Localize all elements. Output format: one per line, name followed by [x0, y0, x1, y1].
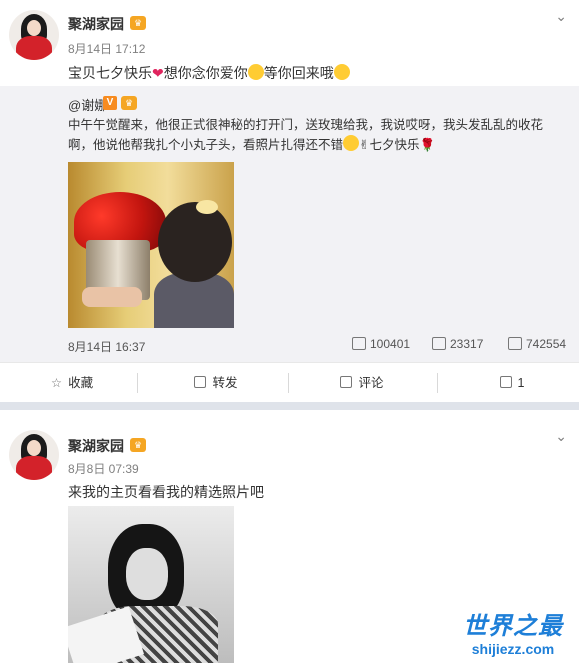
post-text-part: 等你回来哦	[263, 65, 334, 81]
repost-text: 中午午觉醒来，他很正式很神秘的打开门，送玫瑰给我，我说哎呀，我头发乱乱的收花啊，…	[68, 115, 564, 155]
watermark-url: shijiezz.com	[471, 641, 555, 657]
author-name[interactable]: 聚湖家园	[68, 436, 124, 456]
repost-label: 转发	[212, 376, 238, 390]
member-badge-icon: ♛	[121, 96, 137, 110]
post-time[interactable]: 8月8日 07:39	[68, 460, 139, 477]
star-icon: ☆	[50, 376, 63, 390]
repost-text-end: 七夕快乐	[369, 138, 420, 152]
comment-count[interactable]: 23317	[432, 337, 483, 351]
member-badge-icon: ♛	[130, 438, 146, 452]
repost-card: @谢娜 V ♛ 中午午觉醒来，他很正式很神秘的打开门，送玫瑰给我，我说哎呀，我头…	[0, 86, 579, 362]
heart-icon: ❤	[152, 65, 164, 81]
repost-author[interactable]: @谢娜	[68, 95, 107, 114]
v-badge-icon: V	[103, 96, 117, 110]
action-bar: ☆ 收藏 转发 评论 1	[0, 362, 579, 402]
victory-icon: ✌	[359, 138, 370, 152]
favorite-button[interactable]: ☆ 收藏	[0, 363, 144, 403]
repost-icon	[352, 337, 366, 350]
watermark-logo: 世界之最 shijiezz.com	[453, 606, 573, 657]
post-time[interactable]: 8月14日 17:12	[68, 40, 145, 57]
repost-text-body: 中午午觉醒来，他很正式很神秘的打开门，送玫瑰给我，我说哎呀，我头发乱乱的收花啊，…	[68, 118, 544, 152]
author-name[interactable]: 聚湖家园	[68, 14, 124, 34]
chevron-down-icon[interactable]: ⌄	[555, 8, 567, 25]
repost-photo[interactable]	[68, 162, 234, 328]
post-text-part: 想你念你爱你	[163, 65, 248, 81]
comment-icon	[340, 376, 353, 388]
chevron-down-icon[interactable]: ⌄	[555, 428, 567, 445]
like-label: 1	[517, 376, 525, 390]
member-badge-icon: ♛	[130, 16, 146, 30]
repost-count[interactable]: 100401	[352, 337, 410, 351]
like-count[interactable]: 742554	[508, 337, 566, 351]
emoji-icon	[333, 64, 350, 80]
comment-count-value: 23317	[450, 337, 484, 351]
comment-button[interactable]: 评论	[290, 363, 434, 403]
favorite-label: 收藏	[68, 376, 94, 390]
repost-count-value: 100401	[370, 337, 411, 351]
post-text-part: 宝贝七夕快乐	[68, 65, 152, 81]
repost-button[interactable]: 转发	[144, 363, 288, 403]
post-photo[interactable]	[68, 506, 234, 663]
comment-label: 评论	[358, 376, 384, 390]
like-icon	[508, 337, 522, 350]
avatar[interactable]	[9, 430, 59, 480]
comment-icon	[432, 337, 446, 350]
like-button[interactable]: 1	[440, 363, 579, 403]
repost-date[interactable]: 8月14日 16:37	[68, 338, 145, 355]
repost-icon	[194, 376, 207, 388]
like-icon	[499, 376, 512, 388]
avatar[interactable]	[9, 10, 59, 60]
emoji-icon	[343, 135, 360, 151]
like-count-value: 742554	[526, 337, 567, 351]
post-text: 宝贝七夕快乐❤想你念你爱你 等你回来哦	[68, 63, 350, 83]
rose-icon: 🌹	[419, 138, 436, 152]
weibo-post: 聚湖家园 ♛ 8月14日 17:12 ⌄ 宝贝七夕快乐❤想你念你爱你 等你回来哦 …	[0, 0, 579, 402]
watermark-title: 世界之最	[463, 613, 563, 640]
post-text: 来我的主页看看我的精选照片吧	[68, 484, 264, 500]
emoji-icon	[247, 64, 264, 80]
post-separator	[0, 402, 579, 410]
